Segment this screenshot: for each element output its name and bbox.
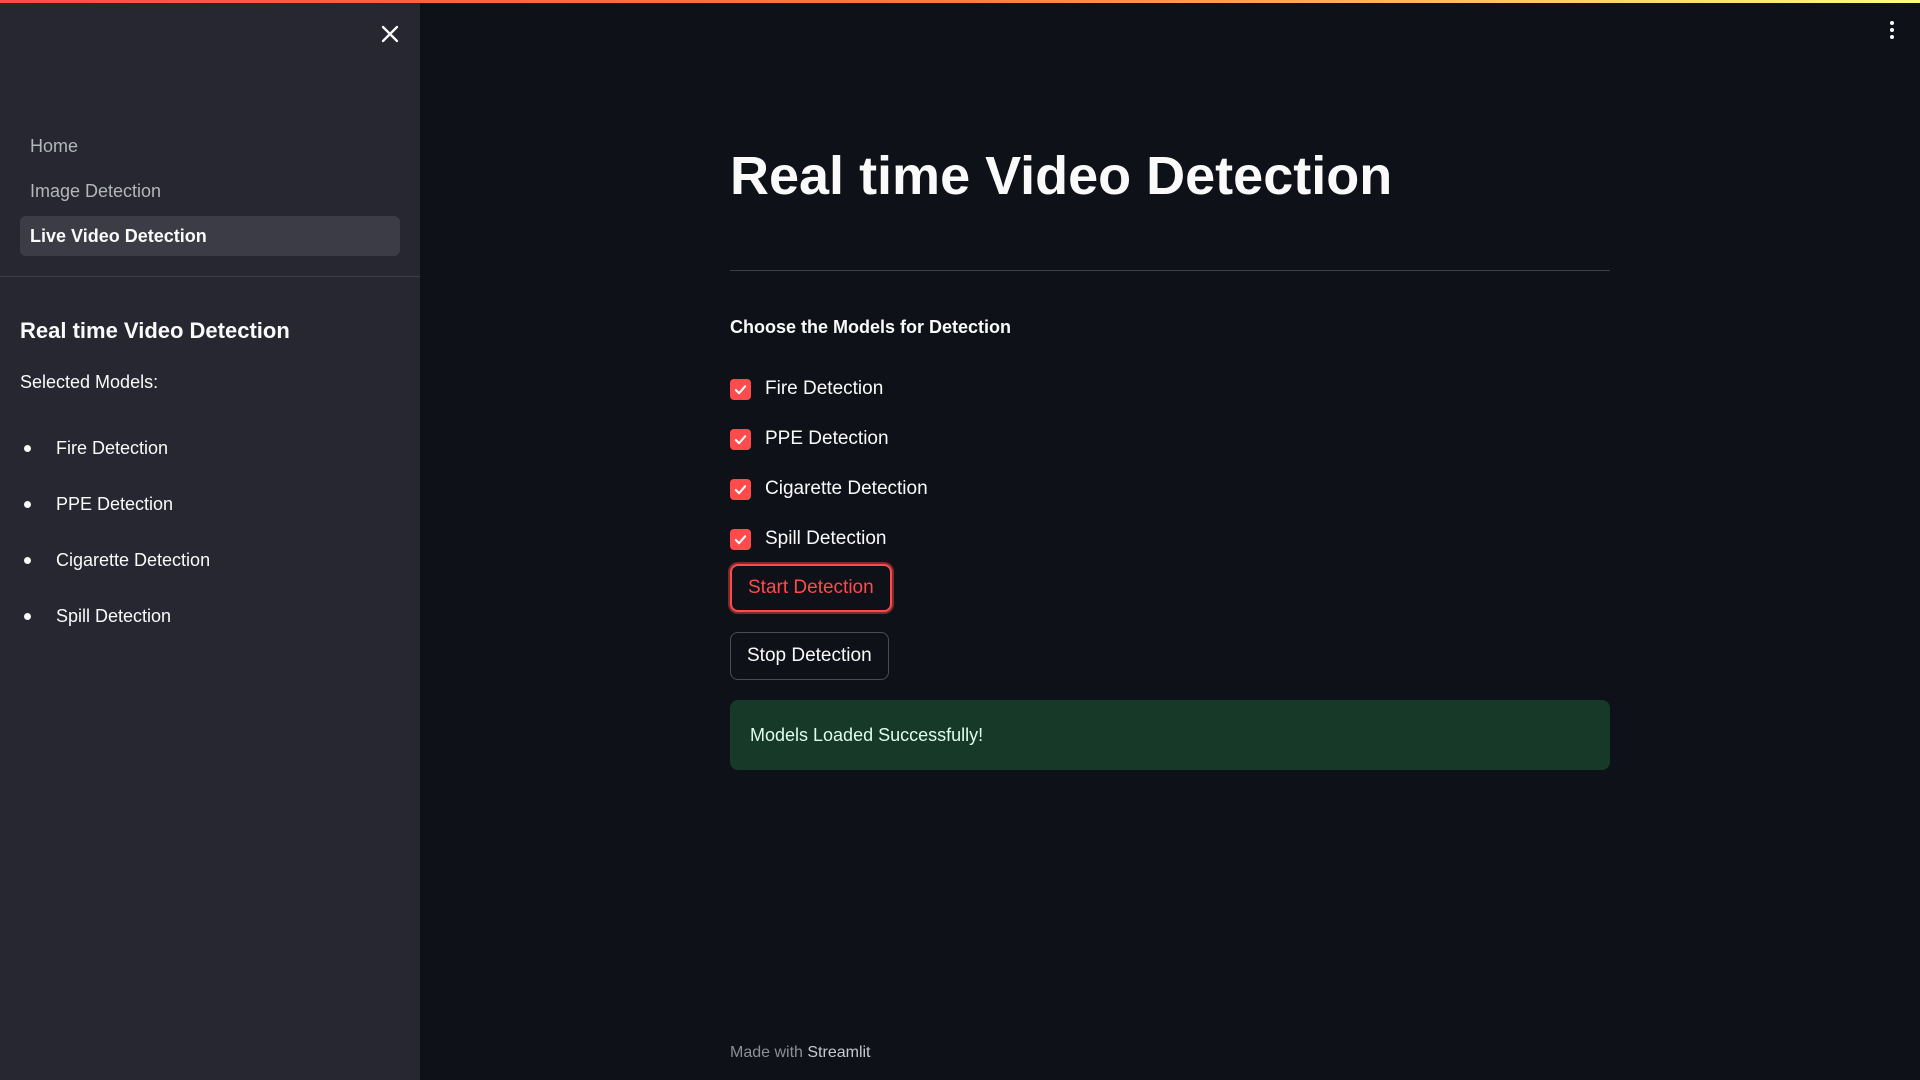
checkbox-label: Fire Detection [765,378,884,399]
list-item: Fire Detection [20,420,210,476]
list-item-label: Cigarette Detection [56,549,211,570]
list-item: Spill Detection [20,588,210,644]
divider [730,270,1610,271]
stop-detection-button[interactable]: Stop Detection [730,632,889,680]
sidebar-item-image-detection[interactable]: Image Detection [20,171,400,211]
list-item: PPE Detection [20,476,210,532]
sidebar-item-home[interactable]: Home [20,126,400,166]
list-item-label: Fire Detection [56,437,169,458]
footer-prefix: Made with [730,1044,808,1061]
checkmark-icon[interactable] [730,378,751,400]
main-content: Real time Video Detection Choose the Mod… [730,0,1610,1080]
list-item-label: PPE Detection [56,493,174,514]
checkbox-cigarette-detection[interactable]: Cigarette Detection [730,464,928,514]
sidebar-subtitle: Selected Models: [20,372,159,392]
bullet-icon [24,500,31,508]
checkbox-label: Spill Detection [765,528,887,549]
sidebar-title: Real time Video Detection [20,318,290,343]
selected-models-list: Fire Detection PPE Detection Cigarette D… [20,420,210,644]
streamlit-link[interactable]: Streamlit [807,1044,870,1061]
checkbox-fire-detection[interactable]: Fire Detection [730,364,928,414]
success-message: Models Loaded Successfully! [750,724,984,745]
bullet-icon [24,556,31,564]
sidebar-nav: Home Image Detection Live Video Detectio… [20,126,400,261]
success-alert: Models Loaded Successfully! [730,700,1610,770]
sidebar: Home Image Detection Live Video Detectio… [0,0,420,1080]
models-section-label: Choose the Models for Detection [730,317,1012,337]
page-title: Real time Video Detection [730,146,1393,206]
checkmark-icon[interactable] [730,528,751,550]
bullet-icon [24,612,31,620]
checkmark-icon[interactable] [730,478,751,500]
checkbox-spill-detection[interactable]: Spill Detection [730,514,928,564]
checkbox-label: Cigarette Detection [765,478,928,499]
top-decoration-bar [0,0,1920,3]
checkmark-icon[interactable] [730,428,751,450]
close-icon[interactable] [376,20,404,48]
checkbox-label: PPE Detection [765,428,889,449]
list-item: Cigarette Detection [20,532,210,588]
list-item-label: Spill Detection [56,605,172,626]
vertical-ellipsis-icon[interactable] [1880,18,1904,42]
model-checkbox-group: Fire Detection PPE Detection Cigarette D… [730,364,928,564]
checkbox-ppe-detection[interactable]: PPE Detection [730,414,928,464]
bullet-icon [24,444,31,452]
start-detection-button[interactable]: Start Detection [730,564,892,612]
footer: Made with Streamlit [730,1044,871,1062]
sidebar-item-live-video-detection[interactable]: Live Video Detection [20,216,400,256]
sidebar-divider [0,276,420,277]
